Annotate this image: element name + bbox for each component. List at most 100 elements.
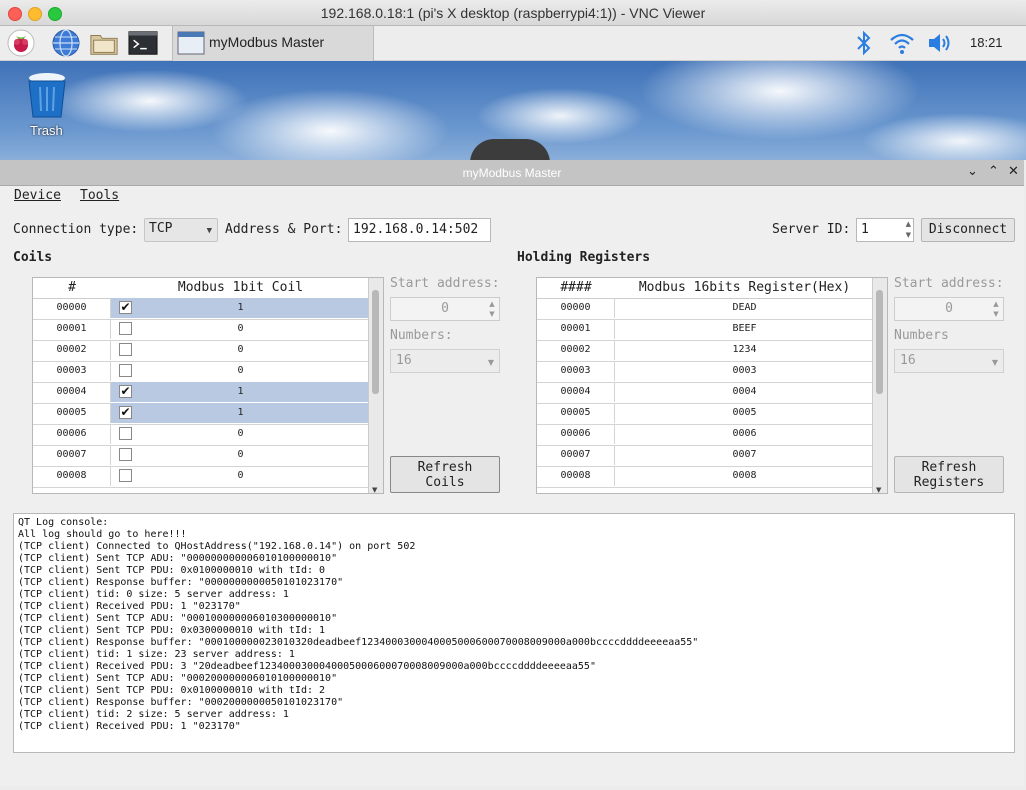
register-row[interactable]: 00002 1234 [537,340,874,362]
connection-type-select[interactable]: TCP ▼ [144,218,218,242]
coil-row[interactable]: 00000 ✔ 1 [33,298,370,320]
registers-start-address-spinbox[interactable]: 0 ▲ ▼ [894,297,1004,321]
coil-value-cell[interactable]: 0 [111,340,370,360]
coil-value-cell[interactable]: 0 [111,445,370,465]
coils-numbers-value: 16 [396,353,412,368]
spin-up-icon[interactable]: ▲ [906,220,911,228]
registers-title: Holding Registers [517,250,651,265]
registers-table[interactable]: #### Modbus 16bits Register(Hex) 00000 DE… [536,277,888,494]
coil-address: 00001 [33,319,111,339]
log-line: (TCP client) Received PDU: 1 "023170" [18,601,241,612]
register-value[interactable]: 0005 [615,403,874,423]
close-icon[interactable]: ✕ [1008,164,1019,179]
scroll-down-icon[interactable]: ▼ [372,486,377,493]
checkbox-checked-icon[interactable]: ✔ [119,385,132,398]
web-browser-icon[interactable] [51,28,81,58]
log-line: (TCP client) Sent TCP ADU: "000100000006… [18,613,338,624]
coil-address: 00003 [33,361,111,381]
coil-value-cell[interactable]: 0 [111,319,370,339]
registers-numbers-select[interactable]: 16 ▼ [894,349,1004,373]
trash-icon[interactable] [26,71,68,123]
refresh-coils-button[interactable]: Refresh Coils [390,456,500,493]
register-value[interactable]: 0004 [615,382,874,402]
register-row[interactable]: 00004 0004 [537,382,874,404]
maximize-icon[interactable]: ⌃ [988,164,999,179]
spin-up-icon[interactable]: ▲ [486,299,498,309]
spin-up-icon[interactable]: ▲ [990,299,1002,309]
register-row[interactable]: 00006 0006 [537,424,874,446]
register-value[interactable]: 0007 [615,445,874,465]
refresh-registers-button[interactable]: Refresh Registers [894,456,1004,493]
coil-value: 1 [237,407,244,418]
register-value[interactable]: 0008 [615,466,874,486]
registers-scrollbar[interactable]: ▼ [872,278,887,493]
coils-scroll-thumb[interactable] [372,290,379,394]
log-line: (TCP client) tid: 1 size: 23 server addr… [18,649,295,660]
coil-value: 0 [237,323,244,334]
register-value[interactable]: BEEF [615,319,874,339]
address-port-input[interactable]: 192.168.0.14:502 [348,218,491,242]
coil-row[interactable]: 00007 0 [33,445,370,467]
register-value[interactable]: 0003 [615,361,874,381]
coil-value-cell[interactable]: ✔ 1 [111,298,370,318]
checkbox-icon[interactable] [119,448,132,461]
checkbox-icon[interactable] [119,364,132,377]
registers-table-header: #### Modbus 16bits Register(Hex) [537,278,874,299]
menu-device[interactable]: Device [14,188,61,203]
coil-value: 1 [237,302,244,313]
volume-icon[interactable] [925,28,955,58]
register-value[interactable]: DEAD [615,298,874,318]
checkbox-icon[interactable] [119,322,132,335]
checkbox-icon[interactable] [119,469,132,482]
register-address: 00007 [537,445,615,465]
register-row[interactable]: 00000 DEAD [537,298,874,320]
spin-down-icon[interactable]: ▼ [486,309,498,319]
disconnect-button[interactable]: Disconnect [921,218,1015,242]
taskbar-task-mymodbus[interactable]: myModbus Master [172,26,374,61]
coil-value-cell[interactable]: ✔ 1 [111,382,370,402]
coil-row[interactable]: 00004 ✔ 1 [33,382,370,404]
coil-value-cell[interactable]: 0 [111,424,370,444]
register-row[interactable]: 00008 0008 [537,466,874,488]
register-row[interactable]: 00005 0005 [537,403,874,425]
terminal-icon[interactable] [128,28,158,58]
register-address: 00004 [537,382,615,402]
register-row[interactable]: 00001 BEEF [537,319,874,341]
register-value[interactable]: 0006 [615,424,874,444]
coil-row[interactable]: 00005 ✔ 1 [33,403,370,425]
registers-scroll-thumb[interactable] [876,290,883,394]
chevron-down-icon[interactable]: ⌄ [967,164,978,179]
coil-value-cell[interactable]: ✔ 1 [111,403,370,423]
checkbox-checked-icon[interactable]: ✔ [119,301,132,314]
bluetooth-icon[interactable] [849,28,879,58]
register-row[interactable]: 00007 0007 [537,445,874,467]
coils-table[interactable]: # Modbus 1bit Coil 00000 ✔ 1 00001 0 00002 0 00… [32,277,384,494]
coil-row[interactable]: 00008 0 [33,466,370,488]
coils-numbers-select[interactable]: 16 ▼ [390,349,500,373]
register-value[interactable]: 1234 [615,340,874,360]
coils-start-address-spinbox[interactable]: 0 ▲ ▼ [390,297,500,321]
coil-value-cell[interactable]: 0 [111,466,370,486]
coil-row[interactable]: 00006 0 [33,424,370,446]
checkbox-checked-icon[interactable]: ✔ [119,406,132,419]
vnc-window-title: 192.168.0.18:1 (pi's X desktop (raspberr… [320,5,706,21]
checkbox-icon[interactable] [119,343,132,356]
menu-tools[interactable]: Tools [80,188,119,203]
coil-value: 0 [237,365,244,376]
server-id-spinbox[interactable]: 1 ▲ ▼ [856,218,914,242]
coil-value-cell[interactable]: 0 [111,361,370,381]
wifi-icon[interactable] [887,28,917,58]
log-console[interactable]: QT Log console: All log should go to here… [13,513,1015,753]
raspberry-menu-icon[interactable] [6,28,36,58]
register-row[interactable]: 00003 0003 [537,361,874,383]
coil-row[interactable]: 00002 0 [33,340,370,362]
checkbox-icon[interactable] [119,427,132,440]
scroll-down-icon[interactable]: ▼ [876,486,881,493]
connection-type-value: TCP [149,221,173,236]
coil-row[interactable]: 00003 0 [33,361,370,383]
coils-scrollbar[interactable]: ▼ [368,278,383,493]
spin-down-icon[interactable]: ▼ [906,231,911,239]
file-manager-icon[interactable] [89,28,119,58]
coil-row[interactable]: 00001 0 [33,319,370,341]
spin-down-icon[interactable]: ▼ [990,309,1002,319]
